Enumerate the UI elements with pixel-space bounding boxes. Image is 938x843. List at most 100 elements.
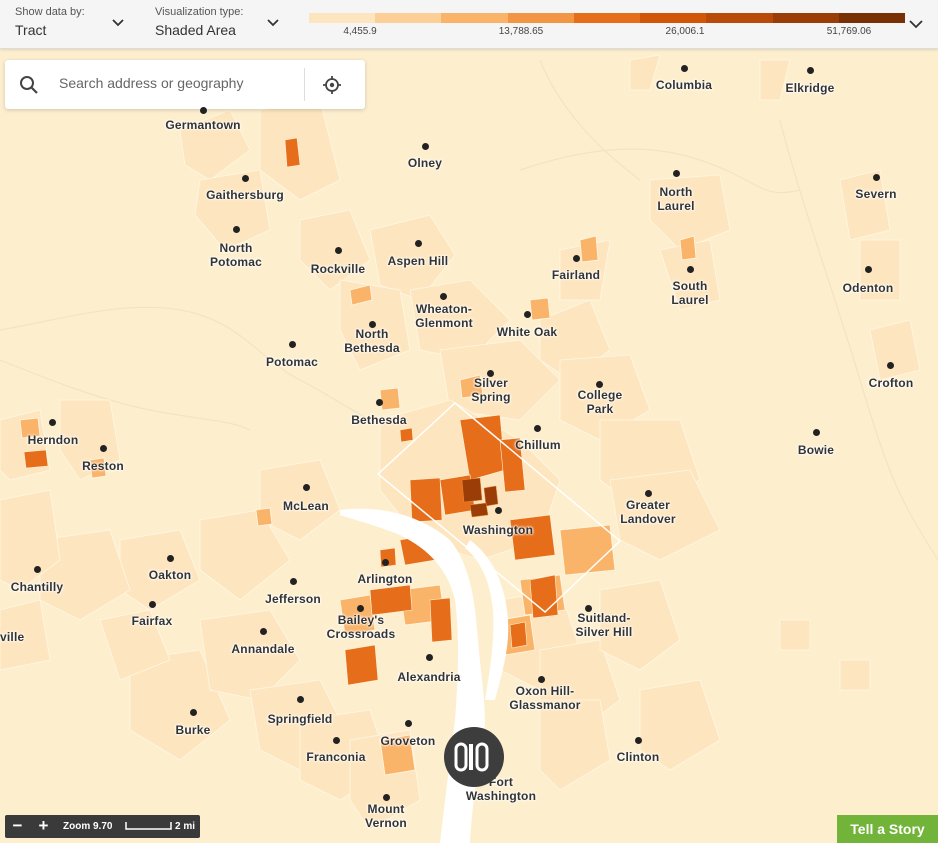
place-label: Alexandria bbox=[397, 670, 461, 684]
legend-bin bbox=[706, 13, 773, 23]
place-marker-icon bbox=[199, 106, 207, 114]
place-label: College Park bbox=[577, 388, 623, 416]
place-label: Crofton bbox=[868, 376, 914, 390]
place-label: ville bbox=[0, 630, 25, 644]
place-marker-icon bbox=[334, 246, 342, 254]
legend-color-scale bbox=[309, 13, 905, 23]
legend-tick: 13,788.65 bbox=[498, 26, 544, 37]
place-label: North Potomac bbox=[209, 241, 263, 269]
place-marker-icon bbox=[302, 483, 310, 491]
place-label: North Bethesda bbox=[344, 327, 400, 355]
legend-ticks: 4,455.9 13,788.65 26,006.1 51,769.06 bbox=[309, 26, 905, 38]
place-marker-icon bbox=[439, 292, 447, 300]
place-label: Bailey's Crossroads bbox=[326, 613, 396, 641]
place-marker-icon bbox=[33, 565, 41, 573]
place-marker-icon bbox=[886, 361, 894, 369]
place-marker-icon bbox=[686, 265, 694, 273]
legend-bin bbox=[375, 13, 442, 23]
place-marker-icon bbox=[425, 653, 433, 661]
place-label: Groveton bbox=[380, 734, 436, 748]
search-icon bbox=[20, 76, 38, 94]
place-label: Severn bbox=[855, 187, 897, 201]
place-label: Washington bbox=[462, 523, 534, 537]
place-label: Aspen Hill bbox=[387, 254, 449, 268]
place-label: Chillum bbox=[515, 438, 561, 452]
place-marker-icon bbox=[99, 444, 107, 452]
place-marker-icon bbox=[672, 169, 680, 177]
place-label: Bethesda bbox=[351, 413, 407, 427]
place-marker-icon bbox=[189, 708, 197, 716]
place-label: Olney bbox=[407, 156, 443, 170]
zoom-out-button[interactable]: − bbox=[8, 817, 27, 836]
place-marker-icon bbox=[259, 627, 267, 635]
place-marker-icon bbox=[595, 380, 603, 388]
place-marker-icon bbox=[375, 398, 383, 406]
place-label: Burke bbox=[175, 723, 211, 737]
place-label: Arlington bbox=[357, 572, 413, 586]
place-marker-icon bbox=[523, 310, 531, 318]
place-marker-icon bbox=[414, 239, 422, 247]
top-toolbar: Show data by: Tract Visualization type: … bbox=[0, 0, 938, 49]
place-label: Springfield bbox=[267, 712, 333, 726]
chevron-down-icon bbox=[267, 19, 279, 27]
place-label: Oxon Hill- Glassmanor bbox=[509, 684, 581, 712]
zoom-in-button[interactable]: + bbox=[34, 817, 53, 836]
legend-bin bbox=[441, 13, 508, 23]
zoom-level-readout: Zoom 9.70 bbox=[63, 821, 113, 832]
place-marker-icon bbox=[381, 558, 389, 566]
legend-bin bbox=[772, 13, 839, 23]
place-label: Potomac bbox=[265, 355, 319, 369]
legend-tick: 26,006.1 bbox=[665, 26, 705, 37]
place-marker-icon bbox=[48, 418, 56, 426]
search-input[interactable] bbox=[57, 74, 301, 92]
place-marker-icon bbox=[404, 719, 412, 727]
place-label: Mount Vernon bbox=[365, 802, 407, 830]
choropleth-map[interactable] bbox=[0, 0, 938, 843]
place-label: Bowie bbox=[797, 443, 835, 457]
place-label: Oakton bbox=[148, 568, 192, 582]
place-marker-icon bbox=[494, 506, 502, 514]
place-marker-icon bbox=[572, 254, 580, 262]
place-label: Reston bbox=[82, 459, 124, 473]
scale-distance-label: 2 mi bbox=[175, 821, 196, 832]
place-label: Annandale bbox=[231, 642, 295, 656]
legend-expand-chevron-icon[interactable] bbox=[908, 16, 924, 32]
search-divider bbox=[304, 68, 305, 101]
place-label: Silver Spring bbox=[471, 376, 511, 404]
locate-me-icon[interactable] bbox=[322, 75, 342, 95]
place-label: McLean bbox=[283, 499, 329, 513]
place-label: White Oak bbox=[496, 325, 558, 339]
place-marker-icon bbox=[332, 736, 340, 744]
place-label: Greater Landover bbox=[620, 498, 676, 526]
place-label: Clinton bbox=[616, 750, 660, 764]
legend-bin bbox=[640, 13, 707, 23]
place-marker-icon bbox=[533, 424, 541, 432]
place-label: Jefferson bbox=[265, 592, 321, 606]
place-marker-icon bbox=[644, 489, 652, 497]
legend-bin bbox=[507, 13, 574, 23]
place-label: Rockville bbox=[310, 262, 366, 276]
place-marker-icon bbox=[634, 736, 642, 744]
place-label: Columbia bbox=[655, 78, 713, 92]
place-label: Herndon bbox=[27, 433, 79, 447]
show-data-dropdown[interactable]: Show data by: Tract bbox=[15, 6, 130, 38]
place-marker-icon bbox=[241, 174, 249, 182]
place-marker-icon bbox=[872, 173, 880, 181]
place-label: North Laurel bbox=[657, 185, 695, 213]
zoom-control-bar: − + Zoom 9.70 2 mi bbox=[5, 815, 200, 838]
place-label: Fairland bbox=[551, 268, 601, 282]
place-label: South Laurel bbox=[671, 279, 709, 307]
place-marker-icon bbox=[166, 554, 174, 562]
visualization-type-dropdown[interactable]: Visualization type: Shaded Area bbox=[155, 6, 285, 38]
legend-bin bbox=[309, 13, 376, 23]
tell-a-story-button[interactable]: Tell a Story bbox=[837, 815, 938, 843]
place-marker-icon bbox=[537, 675, 545, 683]
place-marker-icon bbox=[232, 225, 240, 233]
place-marker-icon bbox=[864, 265, 872, 273]
place-marker-icon bbox=[812, 428, 820, 436]
place-label: Gaithersburg bbox=[206, 188, 284, 202]
place-marker-icon bbox=[356, 604, 364, 612]
search-box bbox=[5, 60, 365, 109]
place-marker-icon bbox=[680, 64, 688, 72]
logo-marker-icon[interactable] bbox=[444, 727, 504, 787]
